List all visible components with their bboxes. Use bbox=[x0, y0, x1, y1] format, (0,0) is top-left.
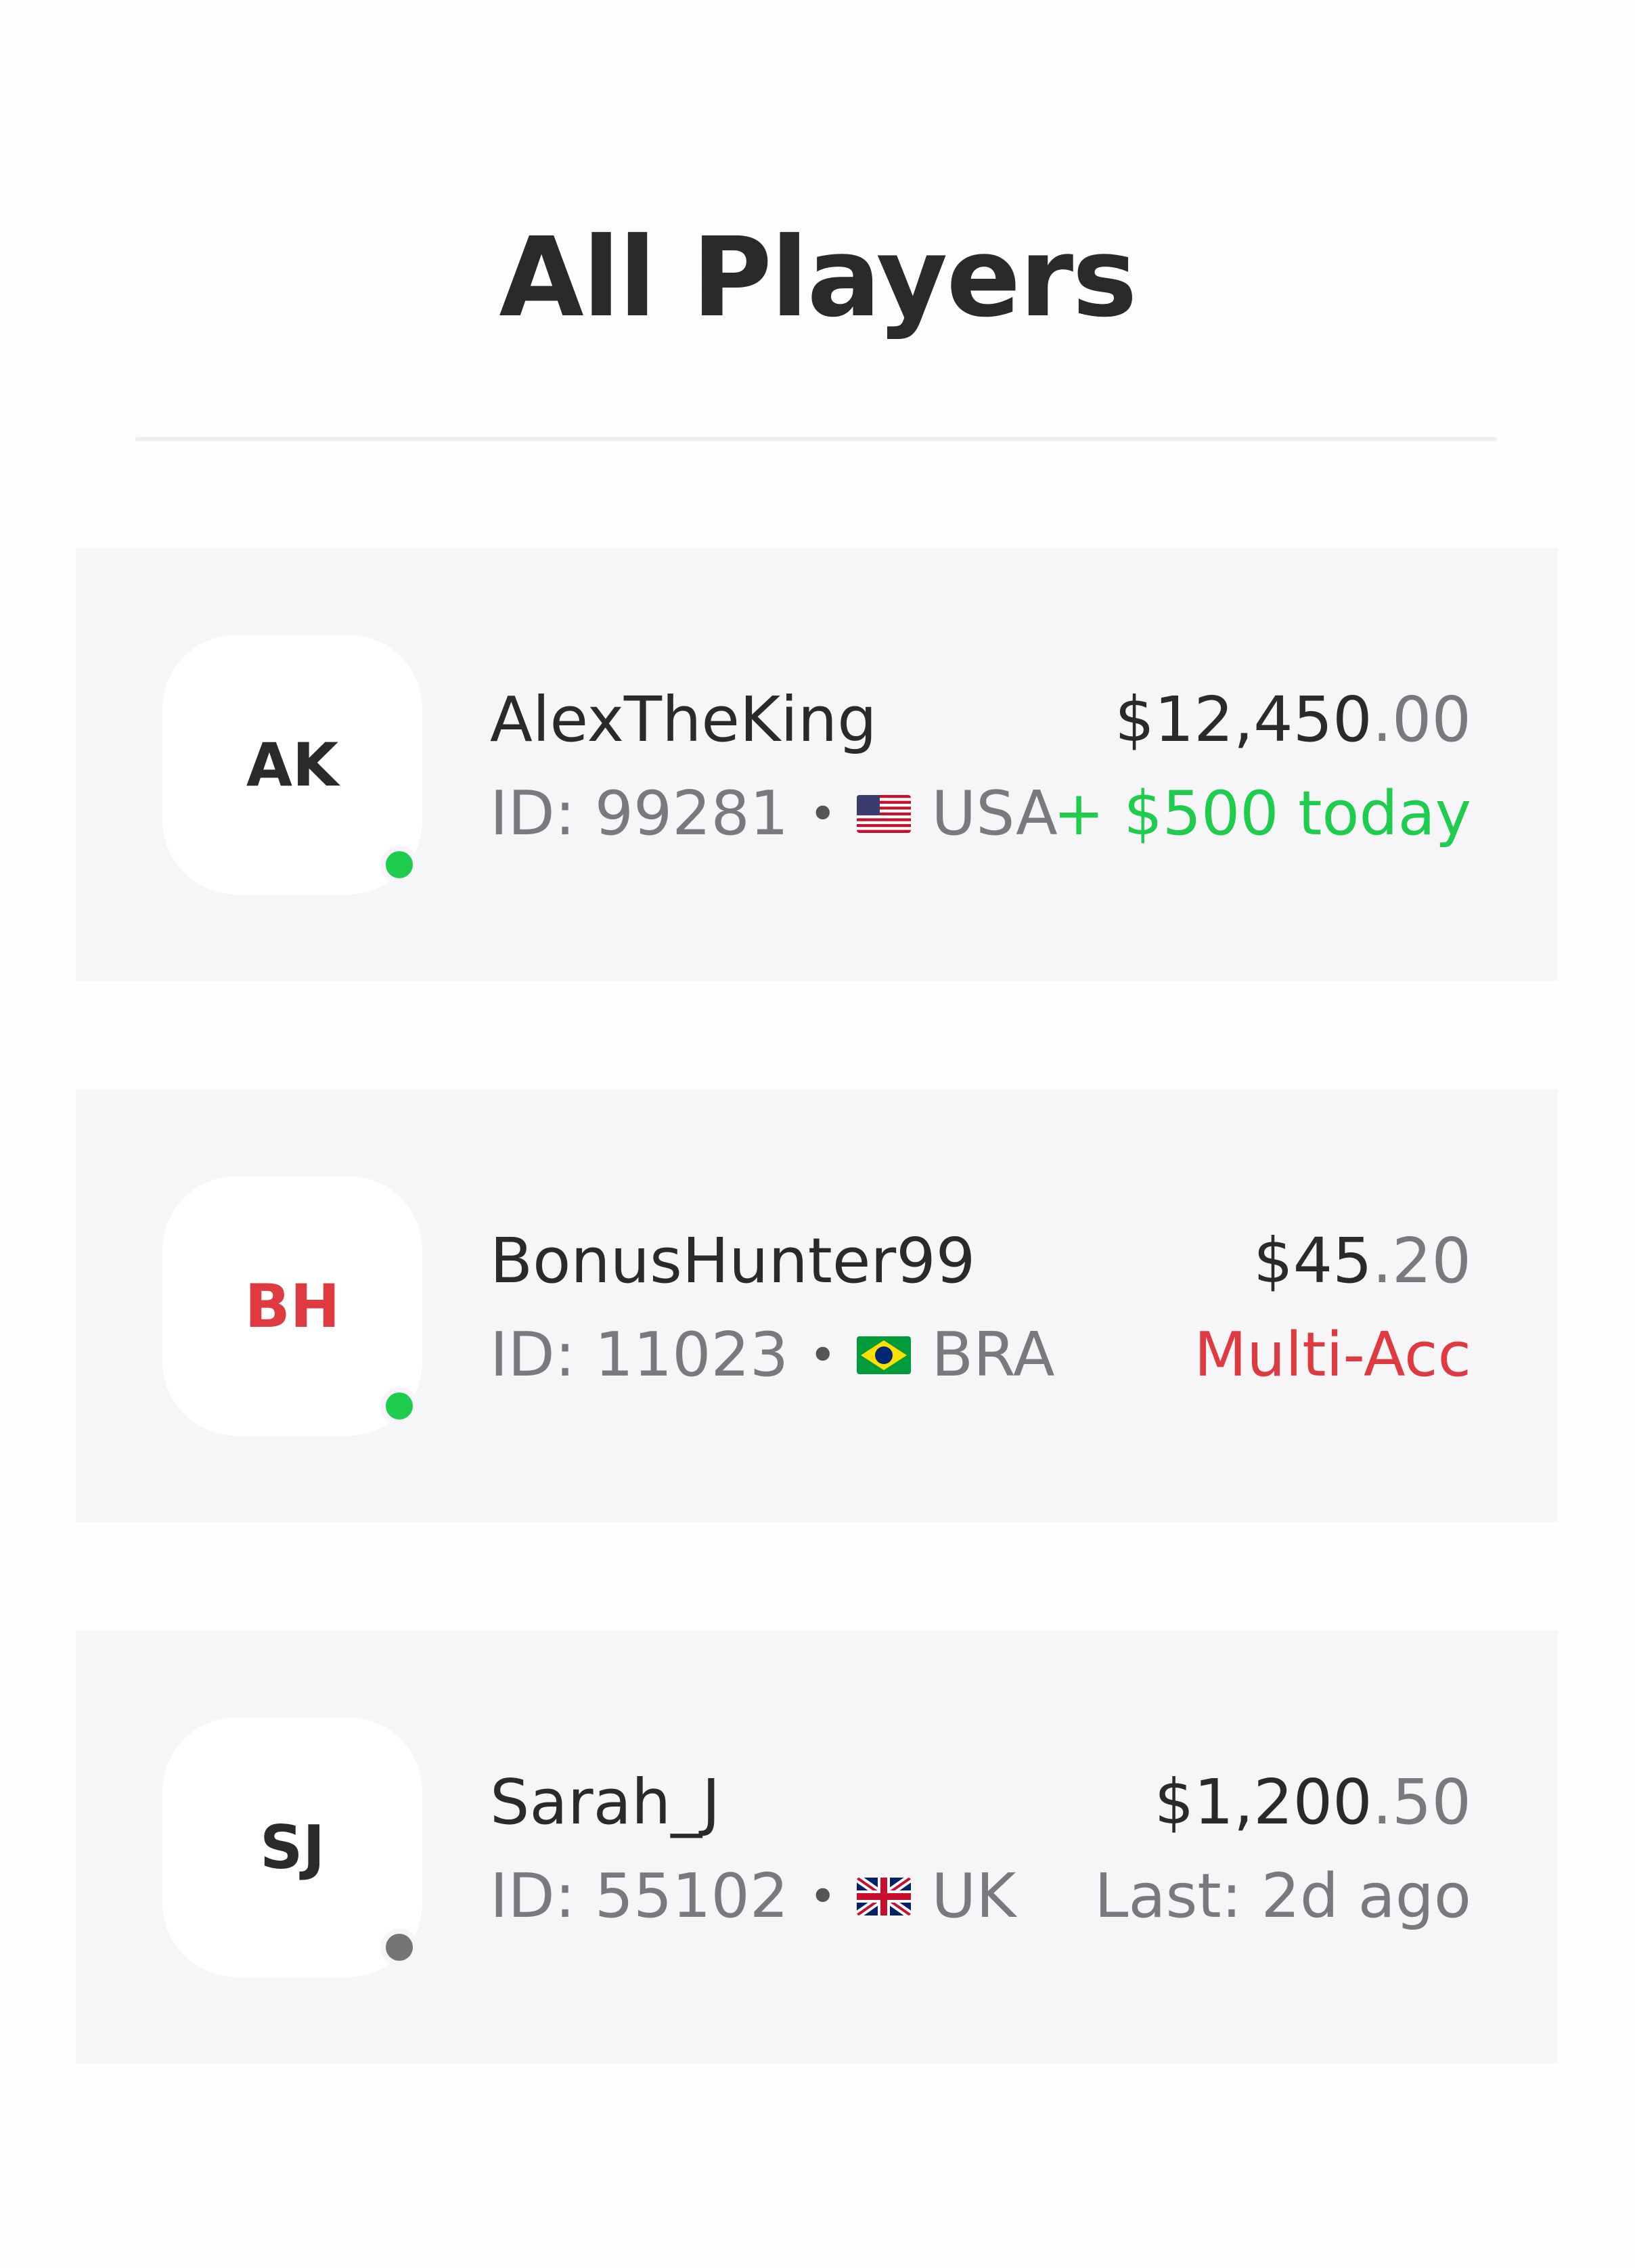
player-meta: ID: 55102 • UK bbox=[490, 1861, 1016, 1932]
player-country: BRA bbox=[931, 1319, 1055, 1390]
player-id: ID: 99281 bbox=[490, 778, 789, 849]
player-card-sarah-j[interactable]: SJ Sarah_J ID: 55102 • UK $1,200.50 Last… bbox=[76, 1631, 1558, 2064]
player-card-bonushunter99[interactable]: BH BonusHunter99 ID: 11023 • BRA $45.20 … bbox=[76, 1089, 1558, 1522]
player-balance: $45.20 bbox=[1253, 1225, 1471, 1297]
separator-dot: • bbox=[809, 1868, 837, 1924]
separator-dot: • bbox=[809, 786, 837, 842]
header-divider bbox=[135, 437, 1497, 441]
flag-brazil-icon bbox=[857, 1336, 912, 1374]
balance-cents: .20 bbox=[1372, 1225, 1471, 1297]
page-title: All Players bbox=[499, 214, 1137, 342]
balance-amount: $12,450 bbox=[1115, 683, 1372, 756]
player-country: USA bbox=[931, 778, 1058, 849]
player-id: ID: 55102 bbox=[490, 1861, 789, 1932]
offline-status-dot bbox=[380, 1928, 418, 1966]
online-status-dot bbox=[380, 846, 418, 884]
balance-cents: .50 bbox=[1372, 1766, 1471, 1838]
player-balance: $1,200.50 bbox=[1155, 1766, 1471, 1838]
player-id: ID: 11023 bbox=[490, 1319, 789, 1390]
player-country: UK bbox=[931, 1861, 1016, 1932]
separator-dot: • bbox=[809, 1327, 837, 1383]
player-card-alextheking[interactable]: AK AlexTheKing ID: 99281 • USA $12,450.0… bbox=[76, 548, 1558, 981]
player-meta: ID: 99281 • USA bbox=[490, 778, 1058, 849]
daily-change: + $500 today bbox=[1053, 778, 1471, 849]
player-name: Sarah_J bbox=[490, 1766, 721, 1838]
risk-flag-label: Multi-Acc bbox=[1194, 1319, 1471, 1390]
flag-uk-icon bbox=[857, 1877, 912, 1915]
player-balance: $12,450.00 bbox=[1115, 683, 1471, 756]
last-seen: Last: 2d ago bbox=[1094, 1861, 1471, 1932]
balance-cents: .00 bbox=[1372, 683, 1471, 756]
player-name: AlexTheKing bbox=[490, 683, 877, 756]
flag-usa-icon bbox=[857, 794, 912, 833]
online-status-dot bbox=[380, 1387, 418, 1425]
balance-amount: $45 bbox=[1253, 1225, 1372, 1297]
player-name: BonusHunter99 bbox=[490, 1225, 976, 1297]
balance-amount: $1,200 bbox=[1154, 1766, 1372, 1838]
player-meta: ID: 11023 • BRA bbox=[490, 1319, 1055, 1390]
